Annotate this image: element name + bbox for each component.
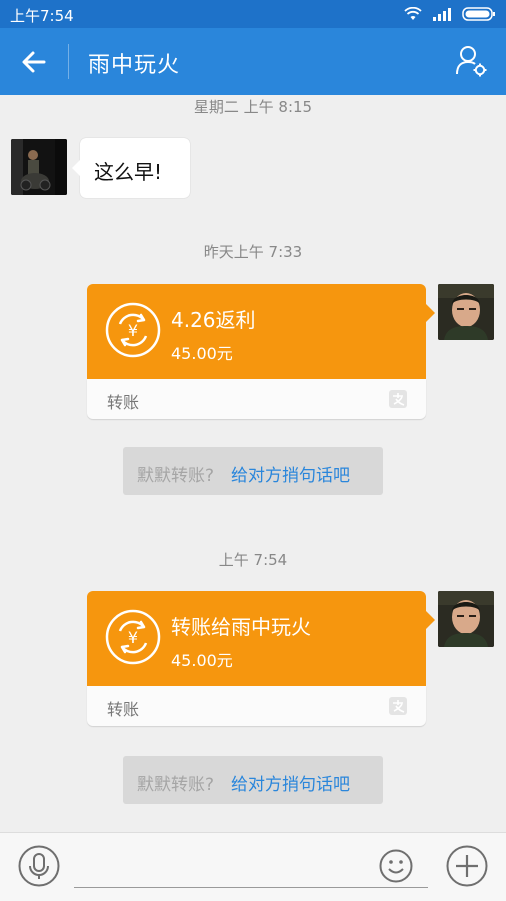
header-divider (68, 44, 69, 79)
status-time: 上午7:54 (10, 7, 74, 25)
alipay-icon (389, 390, 407, 408)
transfer-card-header: ¥ 4.26返利 45.00元 (87, 284, 435, 379)
input-bar (0, 832, 506, 901)
emoji-icon[interactable] (379, 849, 413, 883)
alipay-icon (389, 697, 407, 715)
transfer-card-header: ¥ 转账给雨中玩火 45.00元 (87, 591, 435, 686)
message-input[interactable] (74, 887, 428, 888)
my-avatar[interactable] (438, 591, 494, 647)
prompt-link[interactable]: 给对方捎句话吧 (231, 770, 350, 795)
timestamp: 上午 7:54 (218, 551, 288, 569)
chat-title: 雨中玩火 (88, 53, 181, 78)
status-icons (404, 6, 496, 22)
svg-text:¥: ¥ (128, 321, 138, 340)
avatar-image (438, 591, 494, 647)
incoming-message-text: 这么早! (94, 160, 163, 184)
my-avatar[interactable] (438, 284, 494, 340)
transfer-coin-icon: ¥ (105, 302, 161, 358)
add-message-prompt[interactable]: 默默转账? 给对方捎句话吧 (123, 447, 383, 495)
prompt-gray-text: 默默转账? (137, 775, 215, 795)
status-bar: 上午7:54 (0, 0, 506, 28)
contact-avatar[interactable] (11, 139, 67, 195)
transfer-card-title: 转账给雨中玩火 (171, 615, 311, 639)
signal-icon (433, 8, 451, 21)
transfer-card[interactable]: ¥ 4.26返利 45.00元 转账 (87, 284, 435, 419)
transfer-card[interactable]: ¥ 转账给雨中玩火 45.00元 转账 (87, 591, 435, 726)
wifi-icon (404, 7, 422, 20)
back-arrow-icon[interactable] (18, 46, 50, 78)
add-message-prompt[interactable]: 默默转账? 给对方捎句话吧 (123, 756, 383, 804)
avatar-image (11, 139, 67, 195)
contact-settings-icon[interactable] (454, 44, 488, 78)
avatar-image (438, 284, 494, 340)
incoming-message-bubble[interactable]: 这么早! (72, 138, 190, 198)
chat-header: 雨中玩火 (0, 28, 506, 95)
transfer-amount: 45.00元 (171, 344, 233, 363)
transfer-coin-icon: ¥ (105, 609, 161, 665)
transfer-type-label: 转账 (107, 700, 140, 719)
transfer-type-label: 转账 (107, 393, 140, 412)
timestamp: 昨天上午 7:33 (203, 243, 303, 261)
timestamp: 星期二 上午 8:15 (193, 98, 313, 116)
prompt-link[interactable]: 给对方捎句话吧 (231, 461, 350, 486)
transfer-amount: 45.00元 (171, 651, 233, 670)
battery-icon (462, 7, 495, 21)
microphone-icon[interactable] (18, 845, 60, 887)
transfer-card-footer: 转账 (87, 686, 426, 726)
plus-icon[interactable] (446, 845, 488, 887)
transfer-card-title: 4.26返利 (171, 308, 256, 332)
prompt-gray-text: 默默转账? (137, 466, 215, 486)
transfer-card-footer: 转账 (87, 379, 426, 419)
svg-text:¥: ¥ (128, 628, 138, 647)
